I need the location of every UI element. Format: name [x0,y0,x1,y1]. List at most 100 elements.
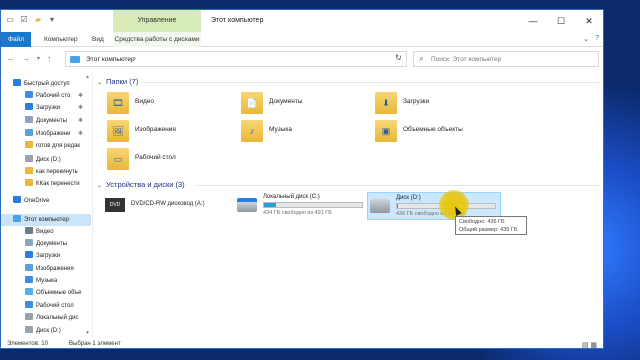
documents-folder-icon: 📄 [241,92,263,114]
pin-icon: ✱ [77,118,83,124]
properties-icon[interactable]: ☑ [19,15,29,25]
folders-group-header[interactable]: ⌄ Папки (7) [97,76,138,88]
sidebar-item-label: Этот компьютер [24,217,69,223]
help-button[interactable]: ? [595,35,599,43]
star-icon [13,79,21,86]
forward-arrow-icon[interactable]: → [22,54,30,63]
video-folder-icon: 🎞 [107,92,129,114]
sidebar-item-label: Рабочий стол [36,303,74,309]
sidebar-item[interactable]: Локальный дис [1,312,91,324]
customize-toolbar-icon[interactable]: ▾ [47,15,57,25]
sidebar-item[interactable]: Видео [1,226,91,238]
folder-tile[interactable]: ▣ Объемные объекты [375,120,505,144]
sidebar-item[interactable]: готов для редак [1,140,91,152]
disk-usage-fill [264,203,276,207]
drive-label: Диск (D:) [396,195,421,201]
sidebar-item-label: Диск (D:) [36,328,61,334]
drive-tile[interactable]: Локальный диск (C:) 434 ГБ свободно из 49… [235,192,369,220]
status-bar: Элементов: 10 Выбран 1 элемент ▤ ▦ [1,338,603,348]
sidebar-item[interactable]: Диск (D:) [1,154,91,166]
pin-icon: ✱ [77,131,83,137]
pin-icon: ✱ [77,93,83,99]
tab-view[interactable]: Вид [87,32,109,47]
hdd-icon [370,199,390,213]
download-icon [25,103,33,110]
search-placeholder[interactable]: Поиск: Этот компьютер [431,52,501,67]
sidebar-item-label: готов для редак [36,143,81,149]
folder-tile[interactable]: ♪ Музыка [241,120,371,144]
sidebar-item[interactable]: Диск (D:) [1,325,91,337]
downloads-folder-icon: ⬇ [375,92,397,114]
window-icon: ▭ [6,15,14,24]
folder-tile[interactable]: 🖼 Изображения [107,120,237,144]
sidebar-item[interactable]: Объемные объе [1,287,91,299]
close-button[interactable]: ✕ [575,10,603,32]
drive-tooltip: Свободно: 436 ГБ Общий размер: 439 ГБ [455,216,527,235]
recent-chevron-icon[interactable]: ▾ [37,55,40,63]
sidebar-item[interactable]: Рабочий сто ✱ [1,90,91,102]
maximize-button[interactable]: ☐ [547,10,575,32]
dvd-drive-icon: DVD [105,198,125,212]
collapse-chevron-icon[interactable]: ⌄ [97,183,102,189]
folder-label: Музыка [269,126,292,133]
sidebar-item-label: Загрузки [36,105,61,111]
desktop-folder-icon: ▭ [107,148,129,170]
drive-tile[interactable]: DVD DVD/CD-RW дисковод (A:) [103,192,237,220]
sidebar-item-label: OneDrive [24,198,50,204]
search-box[interactable]: ⌕ Поиск: Этот компьютер [413,51,599,67]
drive-label: Локальный диск (C:) [263,194,320,200]
drives-group-header[interactable]: ⌄ Устройства и диски (3) [97,179,185,191]
address-bar[interactable]: Этот компьютер › ⌄ [65,51,407,67]
folder-tile[interactable]: 🎞 Видео [107,92,237,116]
sidebar-item[interactable]: Загрузки ✱ [1,102,91,114]
group-divider [195,185,599,186]
selection-count: Выбран 1 элемент [69,341,121,347]
cloud-icon [13,196,21,203]
video-icon [25,227,33,234]
refresh-icon[interactable]: ↻ [395,53,402,62]
ribbon-right-buttons: ⌄ ? [583,35,599,43]
tooltip-free-space: Свободно: 436 ГБ [459,219,505,225]
up-arrow-icon[interactable]: ↑ [47,54,51,63]
computer-icon [70,56,80,63]
sidebar-item-label: Быстрый доступ [24,81,70,87]
address-path[interactable]: Этот компьютер [86,52,135,67]
view-toggle-icons[interactable]: ▤ ▦ [582,340,597,348]
sidebar-item-label: Видео [36,229,54,235]
sidebar-item[interactable]: Изображени ✱ [1,128,91,140]
sidebar-item[interactable]: Быстрый доступ [1,78,91,90]
collapse-chevron-icon[interactable]: ⌄ [97,80,102,86]
folder-label: Изображения [135,126,176,133]
breadcrumb-chevron-icon[interactable]: › [134,52,136,67]
tab-drive-tools[interactable]: Средства работы с дисками [113,32,201,47]
sidebar-item[interactable]: Изображения [1,263,91,275]
sidebar-item[interactable]: Документы [1,238,91,250]
sidebar-item[interactable]: OneDrive [1,195,91,207]
music-folder-icon: ♪ [241,120,263,142]
hdd-windows-icon [237,198,257,212]
sidebar-item[interactable]: Музыка [1,275,91,287]
sidebar-item[interactable]: Документы ✱ [1,115,91,127]
documents-icon [25,116,33,123]
sidebar-item[interactable]: Рабочий стол [1,300,91,312]
desktop-icon [25,91,33,98]
3d-objects-icon [25,288,33,295]
tab-computer[interactable]: Компьютер [39,32,83,47]
disk-usage-bar [263,202,363,208]
back-arrow-icon[interactable]: ← [7,54,15,63]
sidebar-item[interactable]: ККак перенести [1,178,91,190]
new-folder-icon[interactable]: ▰ [33,15,43,25]
free-space-text: 434 ГБ свободно из 491 ГБ [263,210,332,216]
sidebar-item[interactable]: Загрузки [1,250,91,262]
folder-tile[interactable]: 📄 Документы [241,92,371,116]
sidebar-item[interactable]: как перекинуть [1,166,91,178]
window-controls: — ☐ ✕ [519,10,603,32]
sidebar-item[interactable]: Этот компьютер [1,214,91,226]
tab-file[interactable]: Файл [1,32,31,47]
folder-tile[interactable]: ▭ Рабочий стол [107,148,237,172]
sidebar-item-label: Загрузки [36,253,61,259]
minimize-button[interactable]: — [519,10,547,32]
folder-tile[interactable]: ⬇ Загрузки [375,92,505,116]
expand-ribbon-icon[interactable]: ⌄ [583,35,589,43]
drive-icon [25,326,33,333]
